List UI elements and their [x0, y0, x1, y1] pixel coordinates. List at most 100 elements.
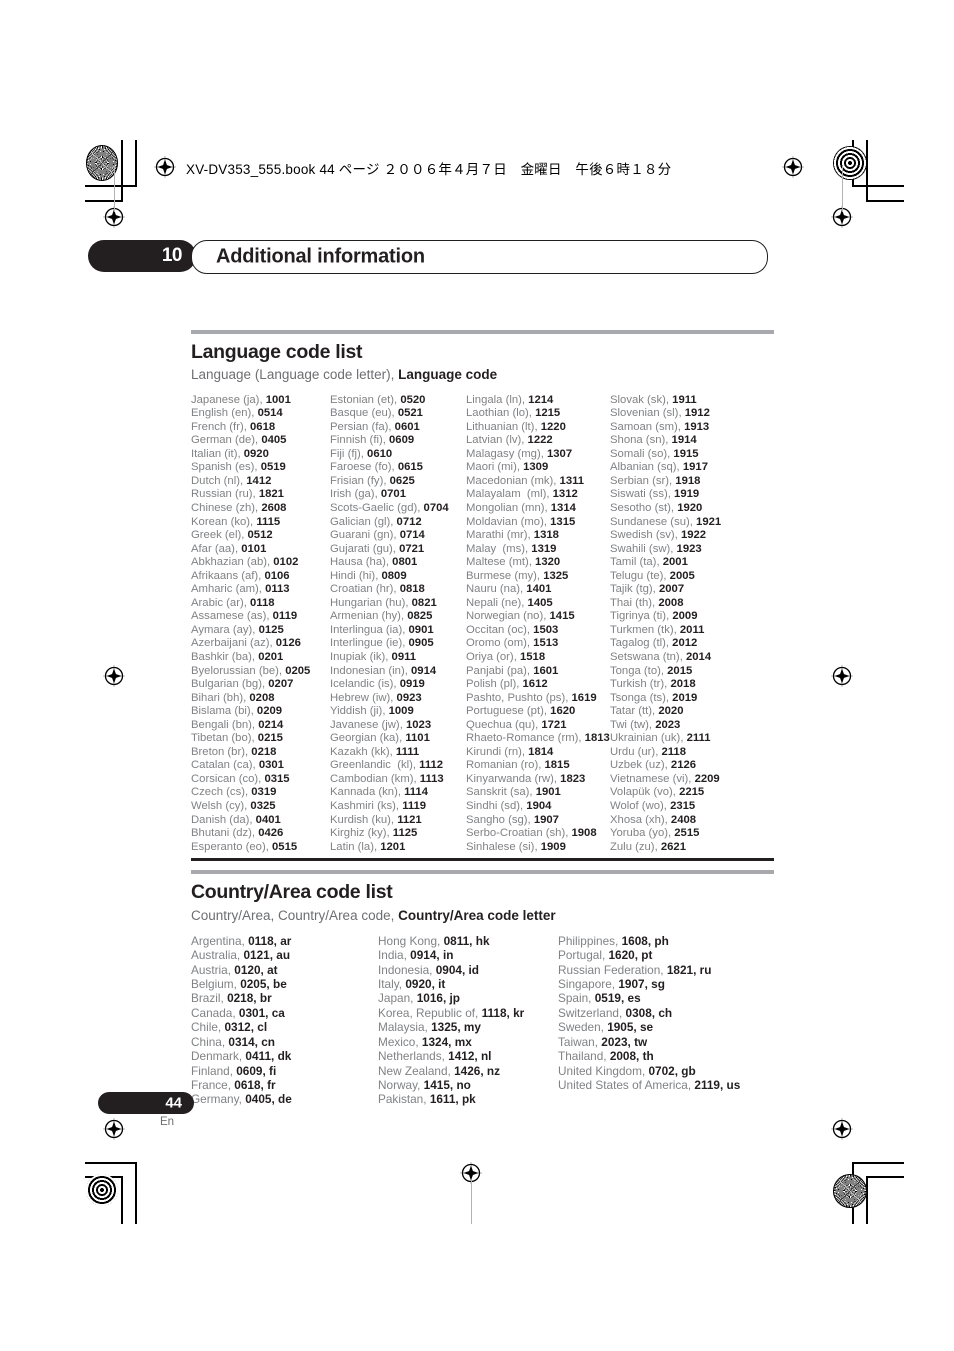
language-code-entry-code: 1111	[395, 745, 420, 758]
country-code-entry-label: China,	[191, 1034, 229, 1049]
language-code-entry: Hebrew (iw), 0923	[330, 692, 466, 706]
language-code-entry-label: Thai (th),	[610, 596, 659, 609]
language-code-entry-code: 0215	[257, 732, 283, 745]
country-code-entry-code: 1412, nl	[448, 1049, 492, 1064]
language-code-entry-label: Esperanto (eo),	[191, 840, 273, 853]
language-code-entry-label: Romanian (ro),	[466, 759, 545, 772]
language-code-entry-code: 1307	[546, 447, 573, 460]
country-code-entry: Belgium, 0205, be	[191, 977, 378, 991]
language-code-entry: Basque (eu), 0521	[330, 407, 466, 421]
language-code-entry: Byelorussian (be), 0205	[191, 665, 330, 679]
page-language-mark: En	[160, 1116, 175, 1128]
language-code-entry-label: Xhosa (xh),	[610, 813, 671, 826]
language-code-entry-code: 0401	[255, 813, 281, 826]
country-code-entry-label: Canada,	[191, 1005, 239, 1020]
language-code-entry-label: Lithuanian (lt),	[466, 420, 541, 433]
language-code-entry: Laothian (lo), 1215	[466, 407, 610, 421]
language-code-entry-code: 1919	[674, 488, 700, 501]
language-code-entry-label: Dutch (nl),	[191, 474, 247, 487]
fold-guide-bottom-center	[471, 1180, 472, 1224]
language-code-entry: Azerbaijani (az), 0126	[191, 637, 330, 651]
language-code-entry-code: 1309	[523, 461, 549, 474]
language-code-entry-label: Afrikaans (af),	[191, 569, 265, 582]
registration-target-top-left	[154, 156, 176, 178]
language-code-entry: Dutch (nl), 1412	[191, 475, 330, 489]
language-code-entry-code: 1101	[405, 732, 430, 745]
country-code-entry-code: 0920, it	[405, 977, 446, 992]
registration-target-middle-left	[103, 665, 125, 687]
language-code-entry-code: 0701	[380, 488, 406, 501]
country-code-entry: Austria, 0120, at	[191, 963, 378, 977]
country-code-entry-label: Norway,	[378, 1077, 424, 1092]
country-code-entry-column: Philippines, 1608, ph Portugal, 1620, pt R…	[558, 934, 774, 1107]
language-code-entry-column: Lingala (ln), 1214 Laothian (lo), 1215 Lit…	[466, 394, 610, 855]
language-code-entry: Guarani (gn), 0714	[330, 529, 466, 543]
language-code-entry-code: 1917	[682, 461, 708, 474]
language-code-entry-label: Urdu (ur),	[610, 745, 662, 758]
fold-guide-left	[114, 166, 115, 212]
language-code-entry-label: Scots-Gaelic (gd),	[330, 502, 424, 514]
language-code-entry-code: 2019	[672, 691, 698, 704]
country-code-entry-label: New Zealand,	[378, 1063, 455, 1078]
language-code-entry-code: 0914	[411, 664, 437, 677]
language-code-entry-code: 1907	[533, 813, 559, 826]
country-code-entry-code: 0904, id	[435, 962, 480, 977]
language-code-entry-code: 1222	[527, 434, 553, 447]
language-code-entry-code: 2023	[655, 718, 681, 731]
language-code-entry-label: Interlingue (ie),	[330, 637, 409, 650]
language-code-entry-label: Tigrinya (ti),	[610, 610, 673, 623]
language-code-entry-code: 1813	[584, 732, 610, 745]
language-code-entry-label: Moldavian (mo),	[466, 515, 551, 528]
language-code-columns: Japanese (ja), 1001 English (en), 0514 Fre…	[191, 392, 774, 855]
language-code-entry: Afrikaans (af), 0106	[191, 570, 330, 584]
country-code-entry-label: Australia,	[191, 948, 244, 963]
language-code-entry-code: 0911	[391, 651, 417, 664]
language-code-entry-label: Burmese (my),	[466, 569, 544, 582]
language-code-entry: Turkmen (tk), 2011	[610, 624, 774, 638]
country-code-entry: Malaysia, 1325, my	[378, 1020, 558, 1034]
language-code-entry-code: 1923	[676, 542, 702, 555]
language-code-entry-code: 0512	[247, 529, 273, 542]
language-code-entry: Hausa (ha), 0801	[330, 556, 466, 570]
language-code-entry: Uzbek (uz), 2126	[610, 759, 774, 773]
chapter-banner: 10 Additional information	[88, 240, 768, 274]
country-code-entry: Korea, Republic of, 1118, kr	[378, 1006, 558, 1020]
language-code-entry: Corsican (co), 0315	[191, 773, 330, 787]
language-code-entry-code: 0119	[272, 610, 298, 623]
language-code-entry-code: 1814	[528, 745, 554, 758]
language-code-entry: Chinese (zh), 2608	[191, 502, 330, 516]
language-code-entry: Tibetan (bo), 0215	[191, 732, 330, 746]
language-code-entry-code: 0704	[423, 502, 449, 514]
language-code-entry-label: Ukrainian (uk),	[610, 732, 687, 745]
country-code-entry-code: 0312, cl	[224, 1020, 268, 1035]
language-code-entry-code: 0201	[258, 651, 284, 664]
language-code-entry-code: 1001	[265, 393, 291, 406]
language-code-entry-label: Portuguese (pt),	[466, 705, 551, 718]
language-code-entry-code: 1612	[522, 678, 548, 691]
language-code-entry: Danish (da), 0401	[191, 814, 330, 828]
language-code-entry-label: Faroese (fo),	[330, 461, 398, 474]
language-code-entry: Serbo-Croatian (sh), 1908	[466, 827, 610, 841]
language-code-entry-code: 1113	[419, 772, 444, 785]
language-code-entry-column: Japanese (ja), 1001 English (en), 0514 Fre…	[191, 394, 330, 855]
language-code-entry: Malagasy (mg), 1307	[466, 448, 610, 462]
country-code-entry-code: 0411, dk	[245, 1049, 292, 1064]
language-code-entry-code: 1922	[680, 529, 707, 542]
language-code-entry-code: 2001	[662, 556, 688, 569]
language-code-entry: Burmese (my), 1325	[466, 570, 610, 584]
country-code-entry: Argentina, 0118, ar	[191, 934, 378, 948]
language-code-entry: Abkhazian (ab), 0102	[191, 556, 330, 570]
language-code-entry-code: 1112	[419, 759, 444, 772]
language-code-entry-code: 1908	[571, 827, 597, 840]
language-code-entry-code: 0208	[249, 691, 275, 704]
language-code-entry-code: 2015	[667, 664, 693, 677]
country-code-entry-label: France,	[191, 1077, 235, 1092]
language-code-entry-label: Slovak (sk),	[610, 393, 673, 406]
country-code-entry-label: Netherlands,	[378, 1049, 449, 1064]
country-code-entry: United States of America, 2119, us	[558, 1078, 774, 1092]
language-code-entry: Assamese (as), 0119	[191, 610, 330, 624]
language-code-entry-code: 0901	[408, 623, 434, 636]
language-code-entry-label: Siswati (ss),	[610, 488, 675, 501]
language-code-entry-code: 1518	[519, 651, 546, 664]
language-code-entry-code: 0625	[389, 474, 415, 487]
